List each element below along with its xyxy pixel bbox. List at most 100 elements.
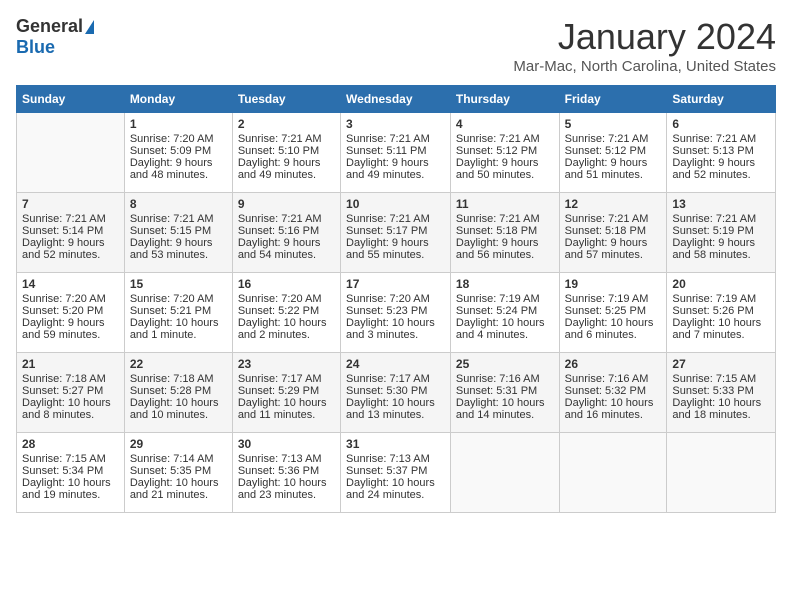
daylight-text: Daylight: 10 hours and 4 minutes. — [456, 317, 554, 341]
day-cell: 4 Sunrise: 7:21 AMSunset: 5:12 PMDaylight… — [450, 113, 559, 193]
sunset-text: Sunset: 5:32 PM — [565, 385, 662, 397]
sunset-text: Sunset: 5:20 PM — [22, 305, 119, 317]
sunrise-text: Sunrise: 7:17 AM — [346, 373, 445, 385]
day-cell: 21Sunrise: 7:18 AMSunset: 5:27 PMDayligh… — [17, 353, 125, 433]
sunset-text: Sunset: 5:18 PM — [565, 225, 662, 237]
sunset-text: Sunset: 5:24 PM — [456, 305, 554, 317]
logo: General Blue — [16, 16, 94, 58]
day-number: 31 — [346, 437, 445, 451]
day-cell: 13Sunrise: 7:21 AMSunset: 5:19 PMDayligh… — [667, 193, 776, 273]
daylight-text: Daylight: 9 hours and 51 minutes. — [565, 157, 662, 181]
day-cell: 23Sunrise: 7:17 AMSunset: 5:29 PMDayligh… — [232, 353, 340, 433]
week-row-4: 28Sunrise: 7:15 AMSunset: 5:34 PMDayligh… — [17, 433, 776, 513]
sunrise-text: Sunrise: 7:21 AM — [672, 133, 770, 145]
day-cell: 15Sunrise: 7:20 AMSunset: 5:21 PMDayligh… — [124, 273, 232, 353]
title-section: January 2024 Mar-Mac, North Carolina, Un… — [513, 16, 776, 75]
day-number: 9 — [238, 197, 335, 211]
sunset-text: Sunset: 5:19 PM — [672, 225, 770, 237]
daylight-text: Daylight: 9 hours and 50 minutes. — [456, 157, 554, 181]
day-cell — [17, 113, 125, 193]
day-number: 7 — [22, 197, 119, 211]
day-number: 6 — [672, 117, 770, 131]
sunset-text: Sunset: 5:31 PM — [456, 385, 554, 397]
day-number: 2 — [238, 117, 335, 131]
sunset-text: Sunset: 5:09 PM — [130, 145, 227, 157]
sunrise-text: Sunrise: 7:16 AM — [565, 373, 662, 385]
day-number: 8 — [130, 197, 227, 211]
daylight-text: Daylight: 10 hours and 23 minutes. — [238, 477, 335, 501]
sunrise-text: Sunrise: 7:21 AM — [238, 213, 335, 225]
daylight-text: Daylight: 9 hours and 53 minutes. — [130, 237, 227, 261]
day-number: 4 — [456, 117, 554, 131]
day-number: 10 — [346, 197, 445, 211]
day-number: 27 — [672, 357, 770, 371]
day-cell: 9Sunrise: 7:21 AMSunset: 5:16 PMDaylight… — [232, 193, 340, 273]
day-cell: 2Sunrise: 7:21 AMSunset: 5:10 PMDaylight… — [232, 113, 340, 193]
logo-general-text: General — [16, 16, 83, 37]
sunrise-text: Sunrise: 7:20 AM — [238, 293, 335, 305]
day-cell: 27Sunrise: 7:15 AMSunset: 5:33 PMDayligh… — [667, 353, 776, 433]
col-sunday: Sunday — [17, 86, 125, 113]
sunrise-text: Sunrise: 7:20 AM — [130, 293, 227, 305]
calendar-table: Sunday Monday Tuesday Wednesday Thursday… — [16, 85, 776, 513]
sunrise-text: Sunrise: 7:21 AM — [672, 213, 770, 225]
calendar-title: January 2024 — [513, 16, 776, 58]
day-cell: 12Sunrise: 7:21 AMSunset: 5:18 PMDayligh… — [559, 193, 667, 273]
day-number: 20 — [672, 277, 770, 291]
sunrise-text: Sunrise: 7:21 AM — [346, 213, 445, 225]
day-cell: 28Sunrise: 7:15 AMSunset: 5:34 PMDayligh… — [17, 433, 125, 513]
day-cell: 7Sunrise: 7:21 AMSunset: 5:14 PMDaylight… — [17, 193, 125, 273]
sunset-text: Sunset: 5:34 PM — [22, 465, 119, 477]
day-number: 5 — [565, 117, 662, 131]
sunrise-text: Sunrise: 7:14 AM — [130, 453, 227, 465]
col-wednesday: Wednesday — [341, 86, 451, 113]
daylight-text: Daylight: 9 hours and 52 minutes. — [22, 237, 119, 261]
sunset-text: Sunset: 5:25 PM — [565, 305, 662, 317]
day-cell: 20Sunrise: 7:19 AMSunset: 5:26 PMDayligh… — [667, 273, 776, 353]
sunrise-text: Sunrise: 7:21 AM — [565, 213, 662, 225]
day-number: 26 — [565, 357, 662, 371]
sunset-text: Sunset: 5:12 PM — [456, 145, 554, 157]
sunrise-text: Sunrise: 7:21 AM — [456, 213, 554, 225]
sunrise-text: Sunrise: 7:19 AM — [456, 293, 554, 305]
sunset-text: Sunset: 5:15 PM — [130, 225, 227, 237]
day-number: 3 — [346, 117, 445, 131]
sunrise-text: Sunrise: 7:17 AM — [238, 373, 335, 385]
day-cell — [450, 433, 559, 513]
sunset-text: Sunset: 5:28 PM — [130, 385, 227, 397]
logo-triangle-icon — [85, 20, 94, 34]
day-cell: 16Sunrise: 7:20 AMSunset: 5:22 PMDayligh… — [232, 273, 340, 353]
sunrise-text: Sunrise: 7:15 AM — [22, 453, 119, 465]
day-number: 16 — [238, 277, 335, 291]
day-cell: 10Sunrise: 7:21 AMSunset: 5:17 PMDayligh… — [341, 193, 451, 273]
daylight-text: Daylight: 10 hours and 16 minutes. — [565, 397, 662, 421]
sunrise-text: Sunrise: 7:13 AM — [238, 453, 335, 465]
day-cell: 31Sunrise: 7:13 AMSunset: 5:37 PMDayligh… — [341, 433, 451, 513]
day-cell: 25Sunrise: 7:16 AMSunset: 5:31 PMDayligh… — [450, 353, 559, 433]
sunset-text: Sunset: 5:11 PM — [346, 145, 445, 157]
sunrise-text: Sunrise: 7:21 AM — [22, 213, 119, 225]
sunset-text: Sunset: 5:27 PM — [22, 385, 119, 397]
sunrise-text: Sunrise: 7:18 AM — [22, 373, 119, 385]
sunrise-text: Sunrise: 7:21 AM — [565, 133, 662, 145]
sunrise-text: Sunrise: 7:21 AM — [456, 133, 554, 145]
day-number: 14 — [22, 277, 119, 291]
daylight-text: Daylight: 9 hours and 56 minutes. — [456, 237, 554, 261]
day-cell: 11Sunrise: 7:21 AMSunset: 5:18 PMDayligh… — [450, 193, 559, 273]
daylight-text: Daylight: 10 hours and 10 minutes. — [130, 397, 227, 421]
day-number: 17 — [346, 277, 445, 291]
daylight-text: Daylight: 10 hours and 19 minutes. — [22, 477, 119, 501]
week-row-0: 1Sunrise: 7:20 AMSunset: 5:09 PMDaylight… — [17, 113, 776, 193]
sunrise-text: Sunrise: 7:20 AM — [130, 133, 227, 145]
sunrise-text: Sunrise: 7:18 AM — [130, 373, 227, 385]
day-cell: 26 Sunrise: 7:16 AMSunset: 5:32 PMDayligh… — [559, 353, 667, 433]
daylight-text: Daylight: 10 hours and 1 minute. — [130, 317, 227, 341]
sunrise-text: Sunrise: 7:19 AM — [672, 293, 770, 305]
daylight-text: Daylight: 9 hours and 59 minutes. — [22, 317, 119, 341]
sunrise-text: Sunrise: 7:21 AM — [346, 133, 445, 145]
day-number: 11 — [456, 197, 554, 211]
col-tuesday: Tuesday — [232, 86, 340, 113]
day-cell: 19Sunrise: 7:19 AMSunset: 5:25 PMDayligh… — [559, 273, 667, 353]
daylight-text: Daylight: 9 hours and 55 minutes. — [346, 237, 445, 261]
sunrise-text: Sunrise: 7:13 AM — [346, 453, 445, 465]
